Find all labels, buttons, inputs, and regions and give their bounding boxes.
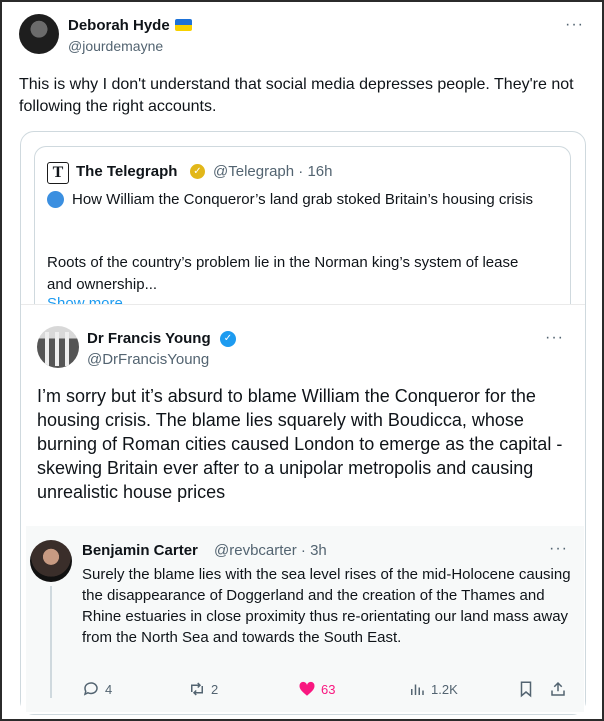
tweet-text: I’m sorry but it’s absurd to blame Willi… xyxy=(37,386,563,502)
verified-gold-icon: ✓ xyxy=(190,164,205,179)
reply-icon xyxy=(83,682,98,696)
telegraph-logo-icon: T xyxy=(47,162,69,184)
quoted-body: Roots of the country’s problem lie in th… xyxy=(47,254,519,293)
author-handle[interactable]: @DrFrancisYoung xyxy=(87,351,209,368)
bookmark-icon xyxy=(520,681,532,698)
author-name[interactable]: Deborah Hyde xyxy=(68,17,170,34)
reply-button[interactable]: 4 xyxy=(82,679,112,699)
retweet-icon xyxy=(191,682,203,696)
retweet-button[interactable]: 2 xyxy=(188,679,218,699)
avatar[interactable] xyxy=(37,326,79,368)
quoted-author-name[interactable]: The Telegraph xyxy=(76,163,177,180)
like-count: 63 xyxy=(321,681,336,697)
reply-author-name[interactable]: Benjamin Carter xyxy=(82,542,198,559)
share-button[interactable] xyxy=(549,679,572,699)
tweet-text: This is why I don't understand that soci… xyxy=(19,76,574,115)
views-button[interactable]: 1.2K xyxy=(408,679,458,699)
avatar[interactable] xyxy=(30,540,72,582)
verified-blue-icon: ✓ xyxy=(220,331,236,347)
share-icon xyxy=(551,681,565,696)
show-more-link[interactable]: Show more xyxy=(47,295,123,304)
more-options-icon[interactable]: ··· xyxy=(545,329,564,347)
more-options-icon[interactable]: ··· xyxy=(549,540,568,558)
reply-count: 4 xyxy=(105,681,113,697)
avatar[interactable] xyxy=(19,14,59,54)
author-name[interactable]: Dr Francis Young xyxy=(87,330,211,347)
views-icon xyxy=(411,684,424,695)
reply-author-handle[interactable]: @revbcarter · 3h xyxy=(214,542,327,559)
heart-icon xyxy=(299,681,315,696)
more-options-icon[interactable]: ··· xyxy=(565,16,584,34)
author-handle[interactable]: @jourdemayne xyxy=(68,38,163,54)
ukraine-flag-icon xyxy=(175,19,192,31)
bookmark-button[interactable] xyxy=(517,679,540,699)
thread-line xyxy=(50,586,52,698)
like-button[interactable]: 63 xyxy=(298,679,335,699)
retweet-count: 2 xyxy=(211,681,219,697)
reply-text: Surely the blame lies with the sea level… xyxy=(82,566,571,646)
views-count: 1.2K xyxy=(431,681,458,697)
quoted-headline: How William the Conqueror’s land grab st… xyxy=(72,191,534,208)
quoted-author-handle[interactable]: @Telegraph · 16h xyxy=(213,163,332,180)
